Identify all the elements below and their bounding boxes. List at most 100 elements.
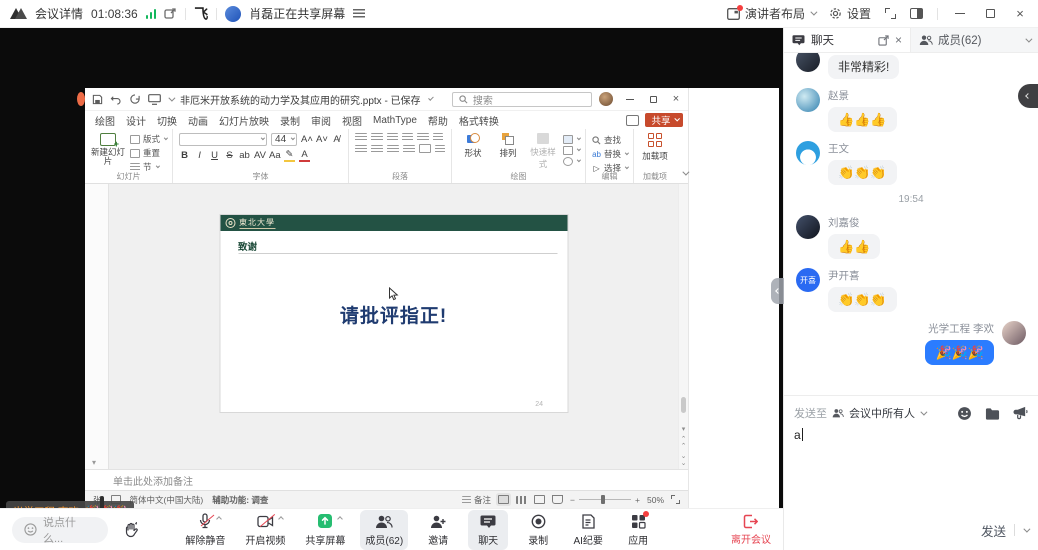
chat-button[interactable]: 聊天 [468, 510, 508, 550]
banner-menu-icon[interactable] [353, 9, 365, 18]
send-button[interactable]: 发送 [981, 521, 1006, 540]
leave-meeting-button[interactable]: 离开会议 [731, 514, 771, 546]
fit-to-window-icon[interactable] [671, 495, 680, 504]
tab-draw[interactable]: 绘图 [95, 113, 115, 128]
maximize-button[interactable] [982, 6, 998, 22]
align-right-icon[interactable] [387, 145, 399, 153]
ppt-maximize-button[interactable] [647, 91, 659, 107]
slide-canvas[interactable]: 東北大學 致谢 请批评指正! 24 [220, 215, 567, 412]
justify-icon[interactable] [403, 145, 415, 153]
text-direction-icon[interactable] [433, 133, 443, 141]
line-spacing-icon[interactable] [417, 133, 429, 141]
accessibility-status[interactable]: 辅助功能: 调查 [212, 494, 268, 506]
shadow-icon[interactable]: ab [239, 150, 250, 161]
strikethrough-icon[interactable]: S [224, 150, 235, 161]
members-button[interactable]: 成员(62) [360, 510, 408, 550]
close-chat-icon[interactable]: × [895, 33, 902, 47]
addins-button[interactable]: 加载项 [640, 133, 670, 162]
previous-slide-icon[interactable]: ⌃⌃ [681, 436, 687, 450]
raise-hand-button[interactable] [118, 517, 144, 543]
clear-format-icon[interactable]: A̸ [331, 134, 342, 145]
font-color-icon[interactable]: A [299, 149, 310, 162]
shape-outline-icon[interactable] [563, 146, 573, 155]
font-name-select[interactable] [179, 133, 267, 146]
find-button[interactable]: 查找 [592, 134, 627, 146]
send-options-icon[interactable] [1023, 525, 1030, 532]
share-link-icon[interactable] [164, 7, 177, 20]
language-indicator[interactable]: 简体中文(中国大陆) [130, 494, 204, 506]
close-button[interactable]: × [1012, 6, 1028, 22]
display-mode-icon[interactable] [148, 94, 161, 105]
chat-input[interactable]: a [794, 424, 1028, 518]
scrollbar-thumb[interactable] [681, 397, 686, 413]
apps-button[interactable]: 应用 [618, 510, 658, 550]
invite-button[interactable]: 邀请 [418, 510, 458, 550]
audience-chevron-icon[interactable] [920, 408, 927, 415]
collapse-ribbon-icon[interactable] [676, 168, 693, 183]
ppt-search-box[interactable]: 搜索 [452, 92, 592, 107]
tab-transitions[interactable]: 切换 [157, 113, 177, 128]
shape-effects-icon[interactable] [563, 157, 573, 166]
ppt-close-button[interactable]: × [670, 91, 682, 107]
redo-icon[interactable] [129, 94, 141, 105]
ppt-minimize-button[interactable] [624, 91, 636, 107]
edge-collapse-handle[interactable] [1018, 84, 1038, 108]
indent-increase-icon[interactable] [402, 133, 413, 141]
layout-switch-button[interactable]: 演讲者布局 [727, 5, 815, 22]
start-video-button[interactable]: 开启视频 [240, 510, 290, 550]
announce-icon[interactable] [1013, 406, 1028, 420]
align-left-icon[interactable] [355, 145, 367, 153]
layout-button[interactable]: 版式 [130, 133, 166, 145]
chat-message-list[interactable]: 非常精彩! 赵景 👍👍👍 王文 👏👏👏 19:54 刘嘉俊 👍👍 [784, 53, 1038, 395]
slide-scrollbar[interactable]: ▾ ⌃⌃ ⌄⌄ [678, 184, 688, 469]
file-picker-icon[interactable] [985, 407, 1000, 420]
shape-fill-icon[interactable] [563, 135, 573, 144]
meeting-detail-link[interactable]: 会议详情 [35, 5, 83, 22]
popout-icon[interactable] [878, 35, 889, 46]
zoom-thumb[interactable] [601, 495, 605, 504]
numbering-icon[interactable] [371, 133, 383, 141]
tab-members[interactable]: 成员(62) [910, 28, 1038, 52]
title-dropdown-icon[interactable] [428, 95, 434, 101]
slide-editing-area[interactable]: 東北大學 致谢 请批评指正! 24 [109, 184, 678, 469]
notes-pane[interactable]: 单击此处添加备注 [85, 469, 688, 490]
change-case-icon[interactable]: Aa [269, 150, 280, 161]
panel-collapse-handle[interactable] [771, 278, 784, 304]
unmute-button[interactable]: 解除静音 [180, 510, 230, 550]
italic-icon[interactable]: I [194, 150, 205, 161]
slide-thumbnails-pane[interactable]: ▾ [85, 184, 109, 469]
ppt-account-avatar[interactable] [599, 92, 613, 106]
highlight-icon[interactable]: ✎ [284, 149, 295, 162]
underline-icon[interactable]: U [209, 150, 220, 161]
ai-notes-button[interactable]: AI纪要 [568, 510, 608, 550]
tab-view[interactable]: 视图 [342, 113, 362, 128]
reading-view-icon[interactable] [534, 495, 545, 504]
arrange-button[interactable]: 排列 [493, 133, 523, 159]
tab-help[interactable]: 帮助 [428, 113, 448, 128]
indent-decrease-icon[interactable] [387, 133, 398, 141]
thumbnail-scroll-down-icon[interactable]: ▾ [92, 458, 96, 467]
zoom-in-icon[interactable]: + [635, 495, 640, 505]
tab-chat[interactable]: 聊天 × [784, 28, 910, 52]
tab-review[interactable]: 审阅 [311, 113, 331, 128]
app-logo-icon[interactable]: 飞 [194, 4, 208, 24]
normal-view-icon[interactable] [498, 495, 509, 504]
decrease-font-icon[interactable]: A˅ [316, 134, 327, 145]
smartart-icon[interactable] [435, 145, 445, 153]
tab-slideshow[interactable]: 幻灯片放映 [219, 113, 269, 128]
scroll-down-icon[interactable]: ▾ [682, 426, 686, 433]
minimize-button[interactable] [952, 6, 968, 22]
qat-customize-icon[interactable] [168, 94, 175, 101]
undo-icon[interactable] [110, 94, 122, 105]
settings-button[interactable]: 设置 [829, 5, 871, 22]
bullets-icon[interactable] [355, 133, 367, 141]
zoom-slider[interactable]: − + [570, 495, 640, 505]
side-panel-icon[interactable] [910, 8, 923, 19]
increase-font-icon[interactable]: A˄ [301, 134, 312, 145]
font-size-select[interactable]: 44 [271, 133, 297, 146]
replace-button[interactable]: ab替换 [592, 148, 627, 160]
comments-icon[interactable] [626, 115, 639, 126]
notes-toggle-button[interactable]: 备注 [462, 494, 491, 506]
slideshow-icon[interactable] [552, 495, 563, 504]
columns-icon[interactable] [419, 144, 431, 153]
